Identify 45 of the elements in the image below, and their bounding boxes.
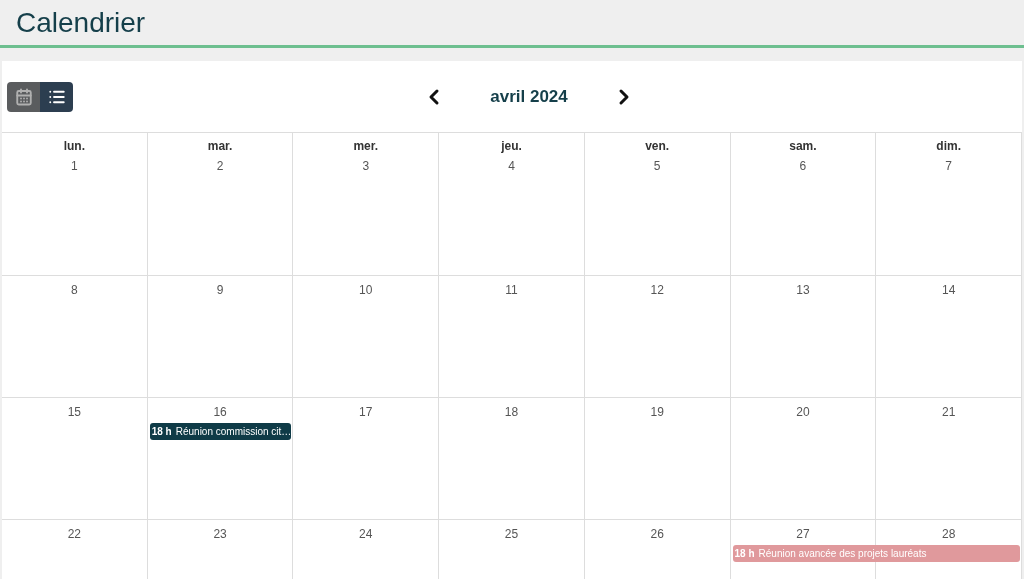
list-view-button[interactable] (40, 81, 73, 112)
day-number: 7 (945, 158, 952, 175)
day-number: 6 (799, 158, 807, 175)
day-number: 24 (359, 526, 373, 543)
weekday-header: ven. (645, 138, 670, 155)
event-title: Réunion commission cit… (175, 425, 292, 439)
event-title: Réunion avancée des projets lauréats (758, 547, 927, 561)
day-number: 3 (362, 158, 370, 175)
calendar-view-button[interactable] (7, 81, 40, 112)
day-number: 1 (71, 158, 78, 175)
month-title: avril 2024 (489, 85, 569, 108)
weekday-header: sam. (789, 138, 817, 155)
day-number: 22 (67, 526, 82, 543)
day-number: 21 (941, 404, 956, 421)
weekday-header: dim. (936, 138, 961, 155)
day-number: 27 (796, 526, 810, 543)
calendar-event[interactable]: 18 h Réunion commission cit… (149, 423, 292, 440)
calendar-icon (14, 87, 33, 106)
day-number: 25 (504, 526, 519, 543)
day-number: 26 (650, 526, 664, 543)
day-number: 8 (71, 282, 78, 299)
weekday-header: mer. (353, 138, 379, 155)
day-number: 20 (796, 404, 810, 421)
day-number: 10 (359, 282, 373, 299)
event-time: 18 h (151, 425, 172, 439)
page-title: Calendrier (16, 5, 146, 40)
day-number: 28 (941, 526, 956, 543)
day-number: 19 (650, 404, 664, 421)
day-number: 18 (504, 404, 519, 421)
day-number: 23 (213, 526, 227, 543)
day-number: 15 (67, 404, 82, 421)
weekday-header: mar. (207, 138, 233, 155)
event-time: 18 h (734, 547, 755, 561)
day-number: 12 (650, 282, 664, 299)
day-number: 17 (359, 404, 373, 421)
day-number: 5 (653, 158, 661, 175)
day-number: 16 (213, 404, 227, 421)
day-number: 11 (505, 282, 518, 299)
weekday-header: jeu. (501, 138, 522, 155)
day-number: 4 (508, 158, 515, 175)
weekday-header: lun. (63, 138, 85, 155)
day-number: 9 (216, 282, 224, 299)
day-number: 14 (941, 282, 956, 299)
day-number: 2 (216, 158, 224, 175)
day-number: 13 (796, 282, 810, 299)
